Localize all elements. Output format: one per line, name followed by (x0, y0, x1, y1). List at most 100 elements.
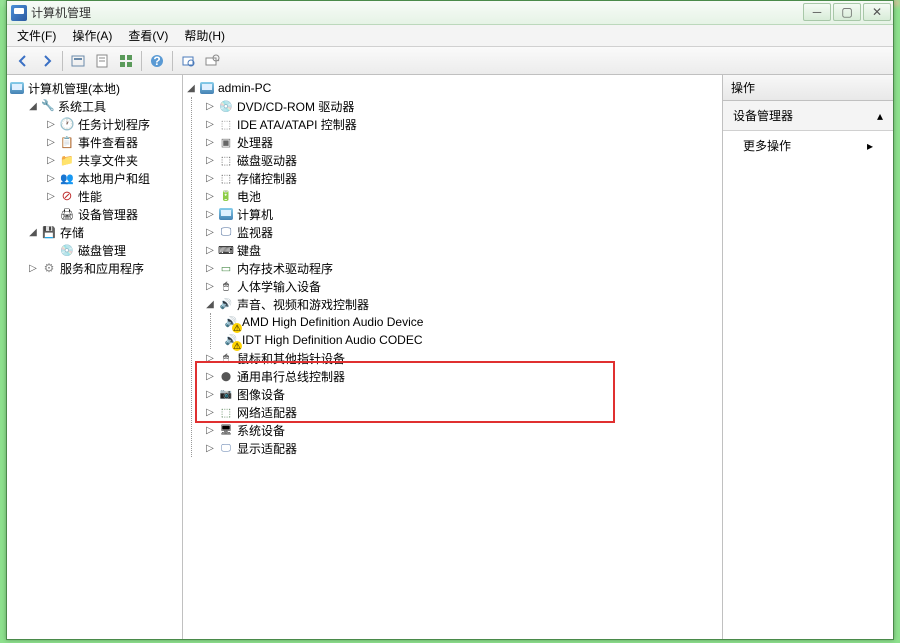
device-computer[interactable]: ▷ 计算机 (204, 205, 720, 223)
performance-icon (59, 188, 75, 204)
device-keyboard[interactable]: ▷ 键盘 (204, 241, 720, 259)
expand-icon[interactable]: ▷ (204, 424, 216, 436)
device-system[interactable]: ▷ 系统设备 (204, 421, 720, 439)
menu-action[interactable]: 操作(A) (64, 25, 120, 46)
expand-icon[interactable]: ▷ (45, 190, 57, 202)
device-network[interactable]: ▷ 网络适配器 (204, 403, 720, 421)
expand-icon[interactable]: ▷ (45, 172, 57, 184)
view-button[interactable] (115, 50, 137, 72)
device-mouse[interactable]: ▷ 鼠标和其他指针设备 (204, 349, 720, 367)
device-sound-idt[interactable]: IDT High Definition Audio CODEC (223, 331, 720, 349)
expand-icon[interactable]: ▷ (204, 370, 216, 382)
expand-icon[interactable]: ▷ (204, 190, 216, 202)
tree-label: 事件查看器 (78, 134, 138, 151)
expand-icon[interactable]: ▷ (204, 244, 216, 256)
computer-icon (9, 80, 25, 96)
tree-system-tools[interactable]: ◢ 系统工具 (27, 97, 180, 115)
system-icon (218, 422, 234, 438)
tree-disk-management[interactable]: 磁盘管理 (45, 241, 180, 259)
tree-device-manager[interactable]: 设备管理器 (45, 205, 180, 223)
svg-text:?: ? (153, 54, 160, 68)
menu-file[interactable]: 文件(F) (9, 25, 64, 46)
device-hid[interactable]: ▷ 人体学输入设备 (204, 277, 720, 295)
expand-icon[interactable]: ▷ (45, 136, 57, 148)
usb-icon (218, 368, 234, 384)
expand-icon[interactable]: ▷ (27, 262, 39, 274)
tree-storage[interactable]: ◢ 存储 (27, 223, 180, 241)
device-memory[interactable]: ▷ 内存技术驱动程序 (204, 259, 720, 277)
network-icon (218, 404, 234, 420)
expand-icon[interactable]: ▷ (204, 118, 216, 130)
device-cpu[interactable]: ▷ 处理器 (204, 133, 720, 151)
tools-icon (41, 99, 55, 113)
tree-root-local[interactable]: 计算机管理(本地) (9, 79, 180, 97)
device-sound-amd[interactable]: AMD High Definition Audio Device (223, 313, 720, 331)
expand-icon[interactable]: ▷ (204, 406, 216, 418)
tree-task-scheduler[interactable]: ▷ 任务计划程序 (45, 115, 180, 133)
device-ide[interactable]: ▷ IDE ATA/ATAPI 控制器 (204, 115, 720, 133)
expand-icon[interactable]: ▷ (204, 442, 216, 454)
center-pane[interactable]: ◢ admin-PC ▷ DVD/CD-ROM 驱动器 ▷ IDE ATA/AT… (183, 75, 723, 639)
tree-label: DVD/CD-ROM 驱动器 (237, 98, 354, 115)
expand-icon[interactable]: ▷ (204, 388, 216, 400)
sound-warning-icon (223, 332, 239, 348)
expand-icon[interactable]: ▷ (204, 208, 216, 220)
back-button[interactable] (12, 50, 34, 72)
tree-label: 通用串行总线控制器 (237, 368, 345, 385)
tree-shared-folders[interactable]: ▷ 共享文件夹 (45, 151, 180, 169)
titlebar[interactable]: 计算机管理 ─ ▢ ✕ (7, 1, 893, 25)
properties-button[interactable] (91, 50, 113, 72)
scan-hardware-button[interactable] (201, 50, 223, 72)
expand-icon[interactable]: ▷ (204, 280, 216, 292)
tree-performance[interactable]: ▷ 性能 (45, 187, 180, 205)
expand-icon[interactable]: ▷ (204, 100, 216, 112)
collapse-icon[interactable]: ◢ (185, 82, 197, 94)
tree-label: 监视器 (237, 224, 273, 241)
device-storage-controllers[interactable]: ▷ 存储控制器 (204, 169, 720, 187)
expand-icon[interactable]: ▷ (204, 226, 216, 238)
collapse-icon[interactable]: ◢ (27, 226, 39, 238)
tree-label: 磁盘驱动器 (237, 152, 297, 169)
menu-view[interactable]: 查看(V) (120, 25, 176, 46)
expand-icon[interactable]: ▷ (204, 352, 216, 364)
device-disk-drives[interactable]: ▷ 磁盘驱动器 (204, 151, 720, 169)
forward-button[interactable] (36, 50, 58, 72)
up-button[interactable] (67, 50, 89, 72)
device-battery[interactable]: ▷ 电池 (204, 187, 720, 205)
actions-section[interactable]: 设备管理器 ▴ (723, 101, 893, 131)
device-monitor[interactable]: ▷ 监视器 (204, 223, 720, 241)
device-dvd[interactable]: ▷ DVD/CD-ROM 驱动器 (204, 97, 720, 115)
toolbar-separator (141, 51, 142, 71)
help-button[interactable]: ? (146, 50, 168, 72)
collapse-icon[interactable]: ◢ (27, 100, 39, 112)
collapse-icon[interactable]: ▴ (877, 109, 883, 123)
actions-header: 操作 (723, 75, 893, 101)
device-usb[interactable]: ▷ 通用串行总线控制器 (204, 367, 720, 385)
scan-button[interactable] (177, 50, 199, 72)
tree-services-apps[interactable]: ▷ 服务和应用程序 (27, 259, 180, 277)
expand-icon[interactable]: ▷ (204, 136, 216, 148)
tree-label: 电池 (237, 188, 261, 205)
device-display[interactable]: ▷ 显示适配器 (204, 439, 720, 457)
device-sound[interactable]: ◢ 声音、视频和游戏控制器 (204, 295, 720, 313)
menu-help[interactable]: 帮助(H) (176, 25, 233, 46)
expand-icon[interactable]: ▷ (204, 154, 216, 166)
hid-icon (218, 278, 234, 294)
device-imaging[interactable]: ▷ 图像设备 (204, 385, 720, 403)
expand-icon[interactable]: ▷ (204, 262, 216, 274)
device-root[interactable]: ◢ admin-PC (185, 79, 720, 97)
tree-event-viewer[interactable]: ▷ 事件查看器 (45, 133, 180, 151)
tree-local-users[interactable]: ▷ 本地用户和组 (45, 169, 180, 187)
close-button[interactable]: ✕ (863, 3, 891, 21)
hdd-icon (218, 152, 234, 168)
maximize-button[interactable]: ▢ (833, 3, 861, 21)
tree-label: 共享文件夹 (78, 152, 138, 169)
expand-icon[interactable]: ▷ (45, 154, 57, 166)
left-pane[interactable]: 计算机管理(本地) ◢ 系统工具 ▷ 任务计划程序 ▷ (7, 75, 183, 639)
minimize-button[interactable]: ─ (803, 3, 831, 21)
expand-icon[interactable]: ▷ (204, 172, 216, 184)
actions-more[interactable]: 更多操作 ▸ (723, 131, 893, 160)
tree-label: 计算机管理(本地) (28, 80, 120, 97)
expand-icon[interactable]: ▷ (45, 118, 57, 130)
collapse-icon[interactable]: ◢ (204, 298, 216, 310)
